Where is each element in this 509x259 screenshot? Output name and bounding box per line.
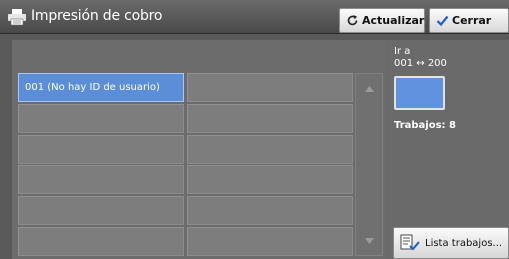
document-list-icon (400, 234, 420, 251)
list-scrollbar[interactable] (355, 73, 383, 256)
checkmark-icon (436, 15, 449, 27)
job-list: 001 (No hay ID de usuario) (18, 73, 354, 256)
goto-range: 001 ↔ 200 (394, 58, 447, 69)
close-label: Cerrar (452, 14, 492, 27)
job-list-cell[interactable] (187, 226, 353, 256)
job-list-cell[interactable] (18, 226, 184, 256)
job-list-button-label: Lista trabajos... (425, 237, 503, 249)
arrow-up-icon (364, 85, 374, 92)
job-list-cell[interactable] (187, 73, 353, 102)
refresh-button[interactable]: Actualizar (339, 8, 425, 33)
arrow-down-icon (364, 237, 374, 244)
job-entry-label: 001 (No hay ID de usuario) (25, 82, 160, 93)
refresh-icon (347, 15, 358, 26)
goto-input[interactable] (394, 76, 445, 110)
scroll-down-button[interactable] (356, 226, 382, 255)
title-bar: Impresión de cobro Actualizar Cerrar (0, 0, 509, 34)
refresh-label: Actualizar (362, 14, 425, 27)
scroll-up-button[interactable] (356, 74, 382, 103)
goto-label: Ir a (394, 46, 411, 57)
job-list-cell[interactable] (187, 165, 353, 195)
job-list-cell[interactable] (187, 134, 353, 164)
job-list-button[interactable]: Lista trabajos... (393, 227, 509, 259)
page-title: Impresión de cobro (31, 8, 163, 24)
job-list-cell[interactable] (18, 165, 184, 195)
close-button[interactable]: Cerrar (429, 8, 509, 33)
printer-icon (8, 9, 26, 26)
job-list-cell[interactable]: 001 (No hay ID de usuario) (18, 73, 184, 102)
jobs-count: Trabajos: 8 (394, 120, 456, 131)
job-list-cell[interactable] (187, 196, 353, 226)
job-list-cell[interactable] (18, 196, 184, 226)
job-list-cell[interactable] (187, 103, 353, 133)
job-list-cell[interactable] (18, 134, 184, 164)
job-list-cell[interactable] (18, 103, 184, 133)
